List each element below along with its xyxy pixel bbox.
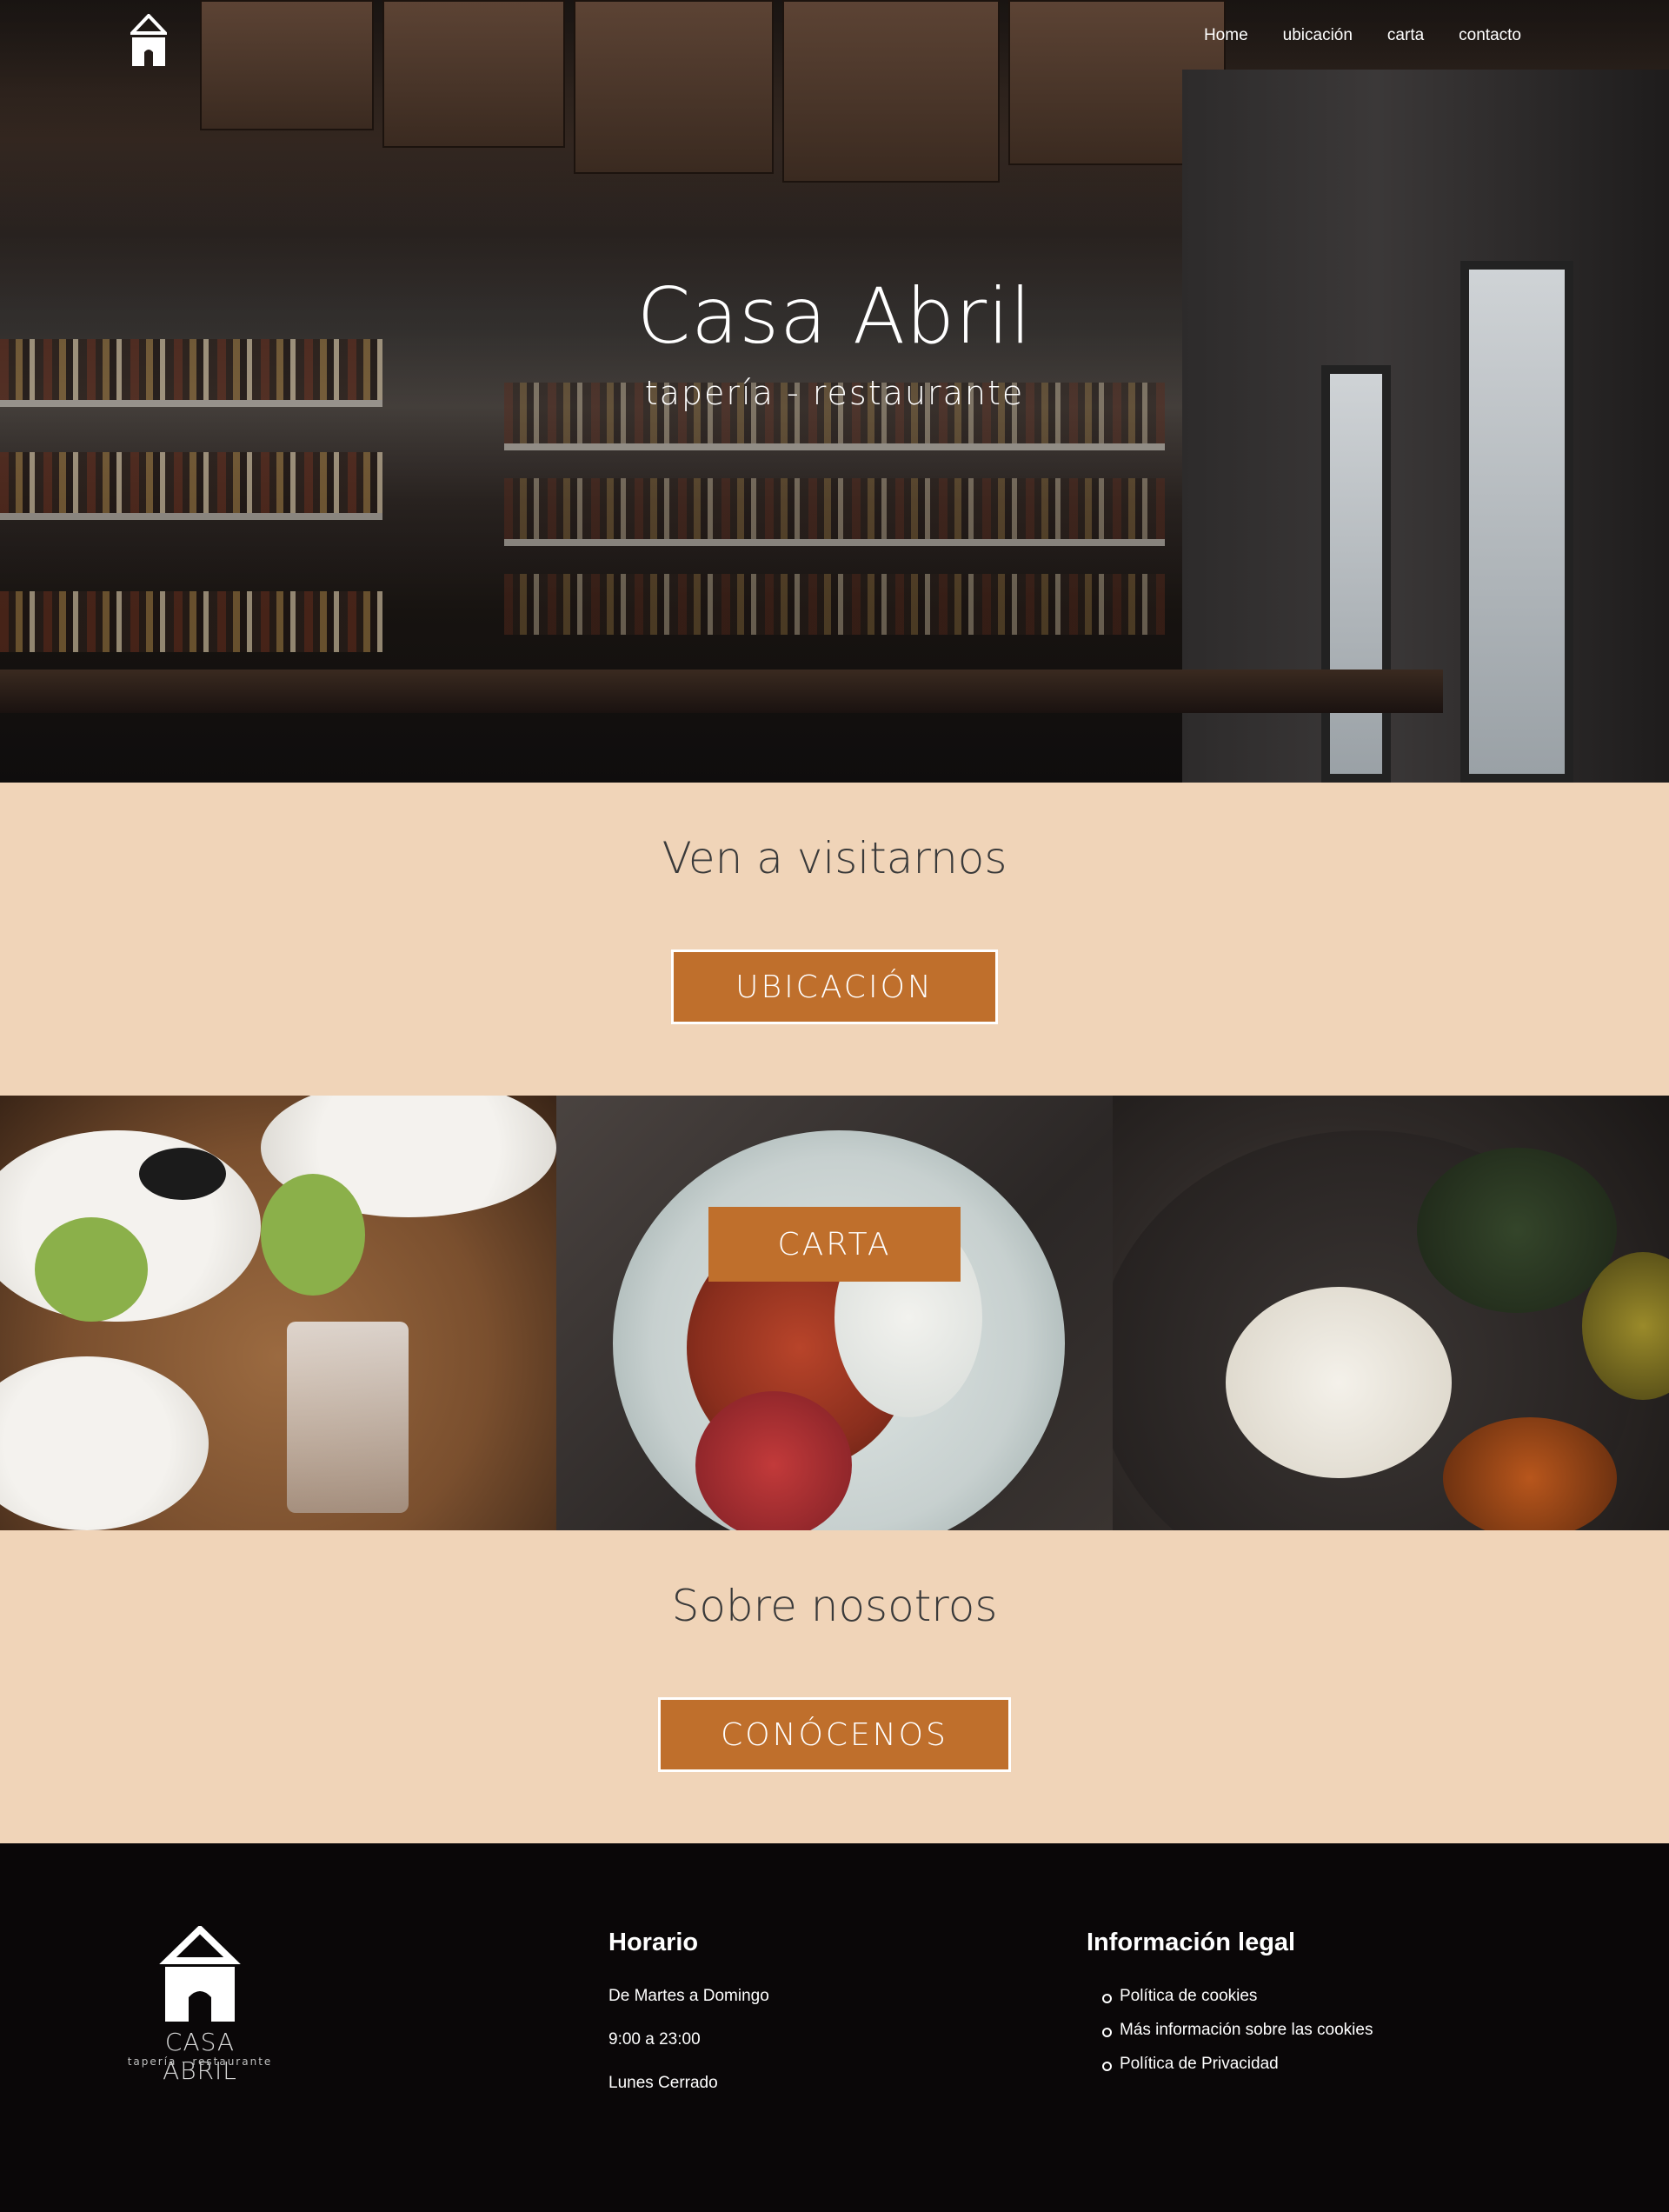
ubicacion-button[interactable]: UBICACIÓN [671, 949, 998, 1024]
nav-link-carta[interactable]: carta [1387, 26, 1424, 45]
legal-link-cookies-info[interactable]: Más información sobre las cookies [1101, 2021, 1373, 2040]
food-image-2 [556, 1096, 1113, 1530]
hero-image-bottles [0, 452, 382, 513]
hours-days: De Martes a Domingo [608, 1987, 769, 2005]
legal-links: Política de cookies Más información sobr… [1087, 1987, 1373, 2074]
footer-legal: Información legal Política de cookies Má… [1087, 1929, 1373, 2089]
hero-image-door [1321, 365, 1391, 783]
hero-image-counter [0, 670, 1443, 713]
about-heading: Sobre nosotros [671, 1581, 998, 1631]
nav-link-home[interactable]: Home [1204, 26, 1248, 45]
hours-time: 9:00 a 23:00 [608, 2030, 701, 2049]
visit-heading: Ven a visitarnos [662, 833, 1007, 883]
footer-logo-tagline: tapería - restaurante [127, 2055, 273, 2068]
food-image-3 [1113, 1096, 1669, 1530]
legal-link-cookies[interactable]: Política de cookies [1101, 1987, 1373, 2006]
footer-hours: Horario De Martes a Domingo 9:00 a 23:00… [608, 1929, 769, 2117]
conocenos-button[interactable]: CONÓCENOS [658, 1697, 1011, 1772]
casa-abril-logo-icon [159, 1926, 241, 2022]
hero-image-shelf [504, 443, 1165, 450]
hero-image-shelf [504, 539, 1165, 546]
visit-section: Ven a visitarnos UBICACIÓN [0, 783, 1669, 1096]
hero-image-bottles [504, 574, 1165, 635]
nav-links: Home ubicación carta contacto [1204, 26, 1521, 45]
nav-link-contacto[interactable]: contacto [1459, 26, 1521, 45]
hero-subtitle: tapería - restaurante [644, 374, 1025, 412]
hero-image-bottles [0, 591, 382, 652]
nav-link-ubicacion[interactable]: ubicación [1283, 26, 1353, 45]
house-logo-icon[interactable] [130, 14, 167, 66]
food-image-1 [0, 1096, 556, 1530]
legal-link-privacy[interactable]: Política de Privacidad [1101, 2055, 1373, 2074]
carta-button[interactable]: CARTA [708, 1207, 961, 1282]
about-section: Sobre nosotros CONÓCENOS [0, 1530, 1669, 1843]
hero-image-bottles [504, 478, 1165, 539]
hero-image-shelf [0, 513, 382, 520]
top-nav: Home ubicación carta contacto [0, 0, 1669, 78]
hero-title: Casa Abril [636, 271, 1033, 361]
hero-section: Home ubicación carta contacto Casa Abril… [0, 0, 1669, 783]
legal-title: Información legal [1087, 1929, 1296, 1956]
hours-title: Horario [608, 1929, 699, 1956]
hours-closed: Lunes Cerrado [608, 2074, 718, 2092]
